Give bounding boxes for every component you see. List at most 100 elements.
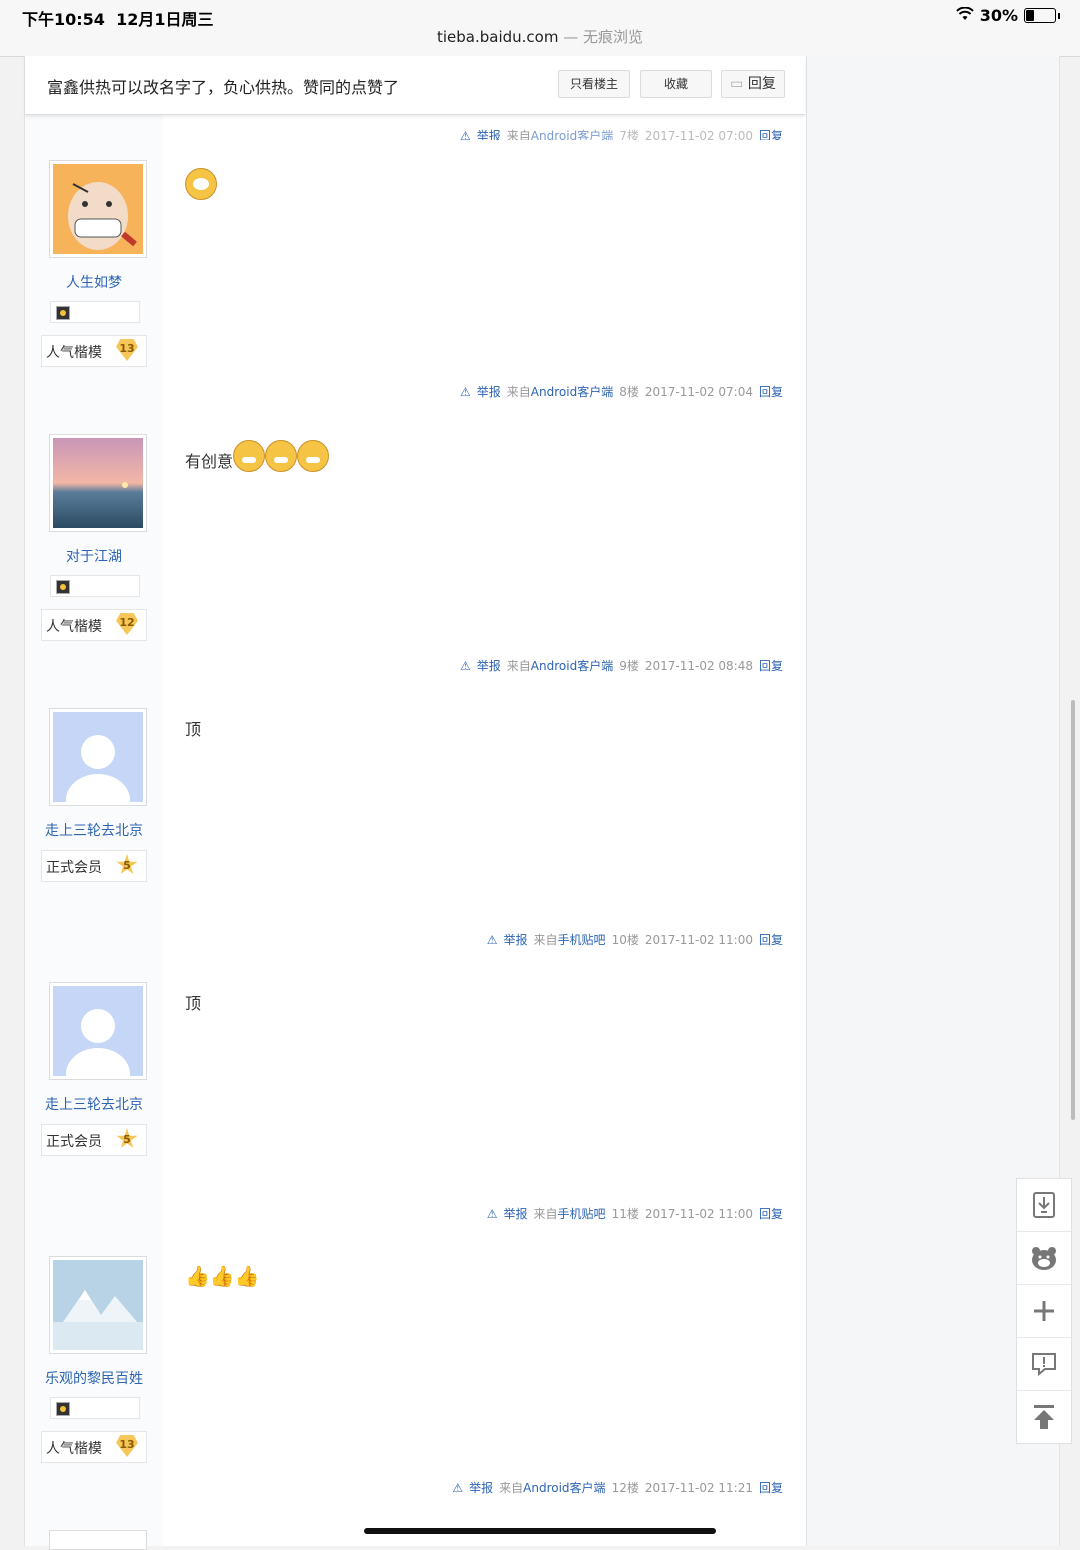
client-link[interactable]: Android客户端	[523, 1481, 605, 1495]
private-mode-label: — 无痕浏览	[563, 28, 644, 46]
gem-icon	[56, 1402, 70, 1416]
level-number: 5	[116, 854, 138, 875]
report-link[interactable]: ⚠ 举报	[460, 659, 501, 673]
address-bar[interactable]: tieba.baidu.com — 无痕浏览	[0, 26, 1080, 47]
client-link[interactable]: Android客户端	[531, 385, 613, 399]
angry-emoji-icon	[297, 440, 330, 472]
post-content: 顶	[185, 720, 202, 739]
post-time: 2017-11-02 11:00	[644, 1207, 753, 1221]
username[interactable]: 人生如梦	[25, 272, 163, 292]
angry-emoji-icon	[233, 440, 266, 472]
status-right: 30%	[955, 6, 1060, 25]
reply-link[interactable]: 回复	[759, 385, 783, 399]
member-badge[interactable]	[50, 1397, 140, 1419]
post-content: 👍👍👍	[185, 1264, 260, 1288]
post-tail: ⚠ 举报 来自Android客户端 12楼 2017-11-02 11:21 回复	[452, 1481, 783, 1495]
level-number: 13	[116, 1435, 138, 1457]
avatar[interactable]	[49, 982, 147, 1100]
post-10: 走上三轮去北京 正式会员 5 顶 ⚠ 举报 来自手机贴吧 10楼 2017-11-02 …	[25, 688, 805, 963]
level-badge[interactable]: 人气楷模 12	[41, 609, 147, 641]
level-badge[interactable]: 正式会员 5	[41, 1124, 147, 1156]
post-11: 走上三轮去北京 正式会员 5 顶 ⚠ 举报 来自手机贴吧 11楼 2017-11-02 …	[25, 962, 805, 1237]
client-link[interactable]: Android客户端	[531, 659, 613, 673]
avatar[interactable]	[49, 160, 147, 258]
reply-link[interactable]: 回复	[759, 1481, 783, 1495]
member-badge[interactable]	[50, 575, 140, 597]
member-badge[interactable]	[50, 301, 140, 323]
comment-icon: ▭	[730, 76, 744, 92]
reply-link[interactable]: 回复	[759, 933, 783, 947]
report-link[interactable]: ⚠ 举报	[460, 385, 501, 399]
avatar[interactable]	[49, 1530, 147, 1550]
author-column: 走上三轮去北京 正式会员 5	[25, 688, 163, 962]
post-8: 人生如梦 人气楷模 13 ⚠ 举报 来自Android客户端 8楼 2017-11-02…	[25, 140, 805, 415]
gem-icon	[56, 306, 70, 320]
post-content	[185, 168, 217, 200]
username[interactable]: 乐观的黎民百姓	[25, 1368, 163, 1388]
only-op-button[interactable]: 只看楼主	[558, 70, 630, 98]
reply-link[interactable]: 回复	[759, 659, 783, 673]
report-link[interactable]: ⚠ 举报	[452, 1481, 493, 1495]
avatar[interactable]	[49, 1256, 147, 1354]
default-avatar-icon	[53, 712, 143, 826]
level-number: 5	[116, 1128, 138, 1149]
level-badge[interactable]: 人气楷模 13	[41, 335, 147, 367]
home-indicator[interactable]	[364, 1528, 716, 1534]
reply-button[interactable]: ▭ 回复	[721, 70, 785, 98]
favorite-button[interactable]: 收藏	[640, 70, 712, 98]
gem-icon	[56, 580, 70, 594]
client-link[interactable]: 手机贴吧	[558, 933, 606, 947]
thumbs-up-emoji-icon: 👍	[209, 1264, 235, 1288]
bear-face-icon[interactable]	[1017, 1232, 1071, 1285]
floor-number: 10楼	[611, 933, 639, 947]
post-tail: ⚠ 举报 来自Android客户端 9楼 2017-11-02 08:48 回复	[460, 659, 783, 673]
post-tail: ⚠ 举报 来自手机贴吧 10楼 2017-11-02 11:00 回复	[486, 933, 783, 947]
post-content: 顶	[185, 994, 202, 1013]
avatar[interactable]	[49, 434, 147, 532]
post-tail: ⚠ 举报 来自手机贴吧 11楼 2017-11-02 11:00 回复	[486, 1207, 783, 1221]
post-tail: ⚠ 举报 来自Android客户端 8楼 2017-11-02 07:04 回复	[460, 385, 783, 399]
post-time: 2017-11-02 11:00	[644, 933, 753, 947]
plus-icon[interactable]	[1017, 1285, 1071, 1338]
report-link[interactable]: ⚠ 举报	[487, 933, 528, 947]
wifi-icon	[955, 6, 974, 25]
battery-icon	[1024, 8, 1056, 23]
back-to-top-icon[interactable]	[1017, 1391, 1071, 1443]
post-content: 有创意	[185, 440, 330, 472]
crying-emoji-icon	[185, 168, 217, 200]
scrollbar[interactable]	[1071, 700, 1075, 1120]
author-column: 人生如梦 人气楷模 13	[25, 140, 163, 414]
level-badge[interactable]: 正式会员 5	[41, 850, 147, 882]
thread-page: 富鑫供热可以改名字了，负心供热。赞同的点赞了 只看楼主 收藏 ▭ 回复 ⚠ 举报来…	[24, 56, 1060, 1550]
angry-emoji-icon	[265, 440, 298, 472]
floor-number: 9楼	[619, 659, 639, 673]
battery-percent: 30%	[979, 6, 1018, 25]
download-icon[interactable]	[1017, 1179, 1071, 1232]
thread-title: 富鑫供热可以改名字了，负心供热。赞同的点赞了	[47, 78, 400, 97]
level-number: 12	[116, 613, 138, 635]
default-avatar-icon	[53, 986, 143, 1100]
report-link[interactable]: ⚠ 举报	[487, 1207, 528, 1221]
post-text: 有创意	[185, 452, 234, 471]
avatar-image	[53, 164, 143, 254]
level-number: 13	[116, 339, 138, 361]
reply-link[interactable]: 回复	[759, 1207, 783, 1221]
thumbs-up-emoji-icon: 👍	[234, 1264, 260, 1288]
feedback-icon[interactable]	[1017, 1338, 1071, 1391]
author-column: 乐观的黎民百姓 人气楷模 13	[25, 1236, 163, 1510]
username[interactable]: 走上三轮去北京	[25, 820, 163, 840]
post-12: 乐观的黎民百姓 人气楷模 13 👍👍👍 ⚠ 举报 来自Android客户端 12楼 20…	[25, 1236, 805, 1511]
post-7: ⚠ 举报 来自Android客户端 7楼 2017-11-02 07:00 回复	[25, 114, 805, 143]
avatar[interactable]	[49, 708, 147, 826]
status-bar: 下午10:54 12月1日周三 30% tieba.baidu.com — 无痕…	[0, 0, 1080, 57]
client-link[interactable]: 手机贴吧	[558, 1207, 606, 1221]
username[interactable]: 走上三轮去北京	[25, 1094, 163, 1114]
level-badge[interactable]: 人气楷模 13	[41, 1431, 147, 1463]
post-time: 2017-11-02 07:04	[644, 385, 753, 399]
floating-toolbar	[1016, 1178, 1072, 1444]
username[interactable]: 对于江湖	[25, 546, 163, 566]
floor-number: 11楼	[611, 1207, 639, 1221]
floor-number: 8楼	[619, 385, 639, 399]
post-time: 2017-11-02 11:21	[644, 1481, 753, 1495]
author-column: 走上三轮去北京 正式会员 5	[25, 962, 163, 1236]
